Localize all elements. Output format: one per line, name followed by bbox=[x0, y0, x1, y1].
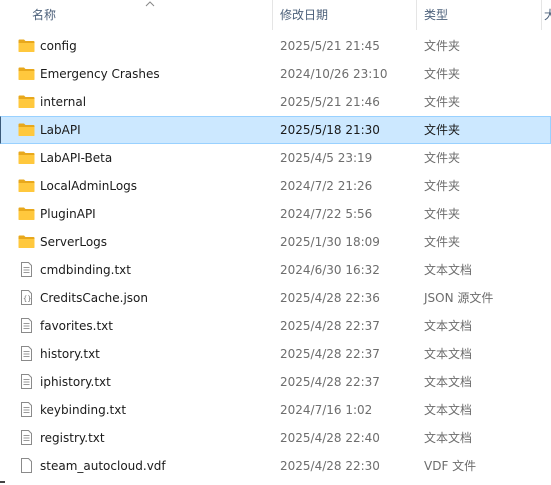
file-type: 文本文档 bbox=[424, 347, 473, 361]
file-row[interactable]: internal 2025/5/21 21:46 文件夹 bbox=[0, 88, 551, 116]
file-row[interactable]: steam_autocloud.vdf 2025/4/28 22:30 VDF 文件 bbox=[0, 452, 551, 480]
text-file-icon bbox=[18, 430, 35, 445]
file-type: 文本文档 bbox=[424, 431, 473, 445]
file-date-modified: 2025/5/18 21:30 bbox=[280, 123, 380, 137]
file-type: 文件夹 bbox=[424, 151, 461, 165]
file-row[interactable]: PluginAPI 2024/7/22 5:56 文件夹 bbox=[0, 200, 551, 228]
file-name: LabAPI bbox=[40, 123, 81, 137]
file-type: 文本文档 bbox=[424, 263, 473, 277]
file-row[interactable]: cmdbinding.txt 2024/6/30 16:32 文本文档 bbox=[0, 256, 551, 284]
file-date-modified: 2025/5/21 21:45 bbox=[280, 39, 380, 53]
file-date-modified: 2024/7/22 5:56 bbox=[280, 207, 373, 221]
file-date-modified: 2024/7/2 21:26 bbox=[280, 179, 373, 193]
file-row[interactable]: ServerLogs 2025/1/30 18:09 文件夹 bbox=[0, 228, 551, 256]
file-name: LocalAdminLogs bbox=[40, 179, 138, 193]
folder-icon bbox=[18, 150, 35, 165]
file-name: ServerLogs bbox=[40, 235, 108, 249]
file-row[interactable]: iphistory.txt 2025/4/28 22:37 文本文档 bbox=[0, 368, 551, 396]
file-type: 文本文档 bbox=[424, 375, 473, 389]
file-date-modified: 2025/4/28 22:36 bbox=[280, 291, 380, 305]
folder-icon bbox=[18, 206, 35, 221]
bottom-edge bbox=[0, 479, 551, 485]
file-name: internal bbox=[40, 95, 87, 109]
file-date-modified: 2025/4/28 22:37 bbox=[280, 375, 380, 389]
file-date-modified: 2025/4/28 22:37 bbox=[280, 319, 380, 333]
column-header-type[interactable]: 类型 bbox=[417, 0, 541, 30]
file-row[interactable]: {} CreditsCache.json 2025/4/28 22:36 JSON 源… bbox=[0, 284, 551, 312]
file-date-modified: 2025/4/28 22:37 bbox=[280, 347, 380, 361]
text-file-icon bbox=[18, 318, 35, 333]
column-header-size[interactable]: 大 bbox=[542, 0, 551, 30]
file-row[interactable]: LabAPI-Beta 2025/4/5 23:19 文件夹 bbox=[0, 144, 551, 172]
file-type: 文本文档 bbox=[424, 319, 473, 333]
text-file-icon bbox=[18, 346, 35, 361]
text-file-icon bbox=[18, 402, 35, 417]
folder-icon bbox=[18, 122, 35, 137]
file-type: VDF 文件 bbox=[424, 459, 477, 473]
file-row[interactable]: favorites.txt 2025/4/28 22:37 文本文档 bbox=[0, 312, 551, 340]
file-date-modified: 2025/4/28 22:40 bbox=[280, 431, 380, 445]
file-name: registry.txt bbox=[40, 431, 105, 445]
file-row[interactable]: LabAPI 2025/5/18 21:30 文件夹 bbox=[0, 116, 551, 144]
file-name: CreditsCache.json bbox=[40, 291, 149, 305]
scroll-indicator bbox=[0, 481, 5, 483]
file-name: config bbox=[40, 39, 77, 53]
file-explorer-list: 名称 修改日期 类型 大 config 2025/5/21 21:45 文件夹 Eme… bbox=[0, 0, 551, 485]
file-row[interactable]: LocalAdminLogs 2024/7/2 21:26 文件夹 bbox=[0, 172, 551, 200]
file-name: iphistory.txt bbox=[40, 375, 111, 389]
file-type: 文本文档 bbox=[424, 403, 473, 417]
file-type: 文件夹 bbox=[424, 207, 461, 221]
folder-icon bbox=[18, 94, 35, 109]
file-date-modified: 2024/6/30 16:32 bbox=[280, 263, 380, 277]
generic-file-icon bbox=[18, 458, 35, 473]
file-name: LabAPI-Beta bbox=[40, 151, 113, 165]
file-row[interactable]: config 2025/5/21 21:45 文件夹 bbox=[0, 32, 551, 60]
file-row[interactable]: Emergency Crashes 2024/10/26 23:10 文件夹 bbox=[0, 60, 551, 88]
file-type: 文件夹 bbox=[424, 95, 461, 109]
file-date-modified: 2025/4/5 23:19 bbox=[280, 151, 373, 165]
file-name: Emergency Crashes bbox=[40, 67, 160, 81]
column-header-name[interactable]: 名称 bbox=[0, 0, 272, 30]
file-date-modified: 2025/4/28 22:30 bbox=[280, 459, 380, 473]
file-name: keybinding.txt bbox=[40, 403, 127, 417]
text-file-icon bbox=[18, 374, 35, 389]
file-row[interactable]: history.txt 2025/4/28 22:37 文本文档 bbox=[0, 340, 551, 368]
file-name: favorites.txt bbox=[40, 319, 113, 333]
folder-icon bbox=[18, 66, 35, 81]
file-name: cmdbinding.txt bbox=[40, 263, 131, 277]
json-file-icon: {} bbox=[18, 290, 35, 305]
folder-icon bbox=[18, 234, 35, 249]
file-type: 文件夹 bbox=[424, 179, 461, 193]
file-date-modified: 2025/1/30 18:09 bbox=[280, 235, 380, 249]
file-list: config 2025/5/21 21:45 文件夹 Emergency Crashe… bbox=[0, 32, 551, 480]
text-file-icon bbox=[18, 262, 35, 277]
column-header-date-modified[interactable]: 修改日期 bbox=[273, 0, 416, 30]
folder-icon bbox=[18, 38, 35, 53]
folder-icon bbox=[18, 178, 35, 193]
file-name: PluginAPI bbox=[40, 207, 96, 221]
file-row[interactable]: registry.txt 2025/4/28 22:40 文本文档 bbox=[0, 424, 551, 452]
column-header-bar: 名称 修改日期 类型 大 bbox=[0, 0, 551, 30]
file-date-modified: 2024/10/26 23:10 bbox=[280, 67, 388, 81]
file-name: steam_autocloud.vdf bbox=[40, 459, 166, 473]
file-date-modified: 2025/5/21 21:46 bbox=[280, 95, 380, 109]
file-date-modified: 2024/7/16 1:02 bbox=[280, 403, 373, 417]
svg-text:{}: {} bbox=[23, 295, 31, 303]
file-type: 文件夹 bbox=[424, 123, 461, 137]
file-type: 文件夹 bbox=[424, 39, 461, 53]
file-type: 文件夹 bbox=[424, 67, 461, 81]
file-row[interactable]: keybinding.txt 2024/7/16 1:02 文本文档 bbox=[0, 396, 551, 424]
file-name: history.txt bbox=[40, 347, 100, 361]
file-type: JSON 源文件 bbox=[424, 291, 494, 305]
file-type: 文件夹 bbox=[424, 235, 461, 249]
